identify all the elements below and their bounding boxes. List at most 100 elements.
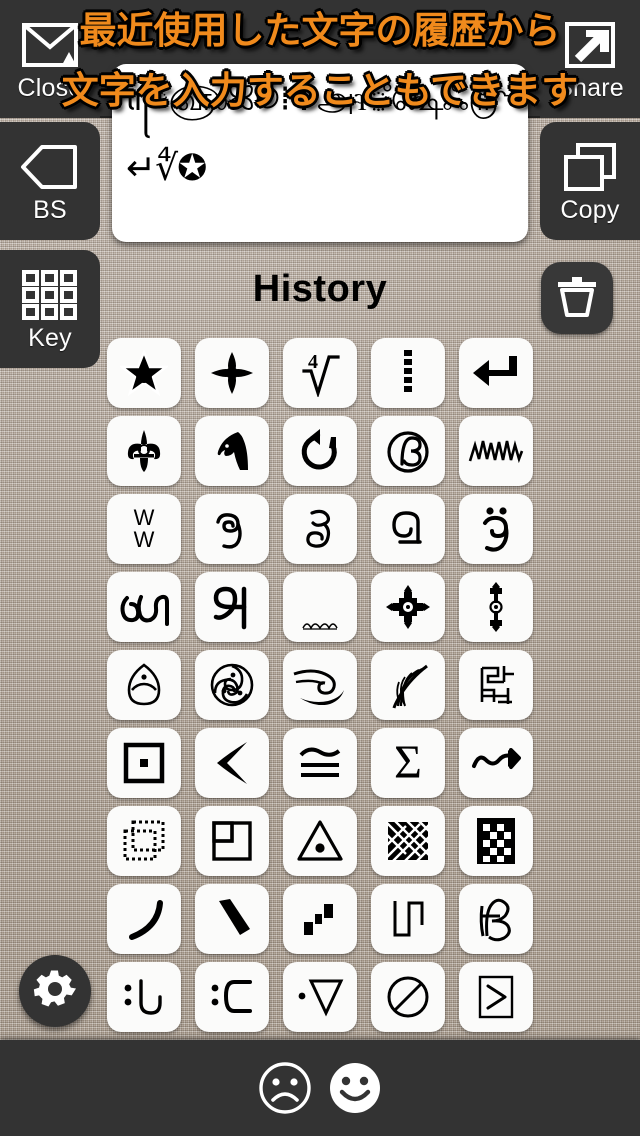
glyph-circle-slash[interactable] [371, 962, 445, 1032]
nested-square-icon [210, 819, 254, 863]
floral-cross-icon [208, 350, 256, 396]
triangle-with-dot-icon [296, 819, 344, 863]
copy-button-label: Copy [560, 195, 620, 224]
circled-b-icon [385, 428, 431, 474]
app-root: ꦺ௵ꕤꖴ⁞✛அꮈஂ௸ஃ௹ᵂ〰ⓑᎧ ↵∜✪ Close Share [0, 0, 640, 1136]
glyph-checkered-block[interactable] [459, 806, 533, 876]
glyph-sigma[interactable]: Σ [371, 728, 445, 798]
angular-maze-icon [474, 662, 518, 708]
ornate-cross-icon [385, 584, 431, 630]
diagonal-stroke-icon [210, 897, 254, 941]
egg-with-dot-icon [123, 662, 165, 708]
glyph-kannada-da[interactable] [371, 494, 445, 564]
backspace-icon [20, 139, 80, 195]
glyph-tamil-a[interactable] [195, 572, 269, 642]
glyph-vertical-ornament[interactable] [459, 572, 533, 642]
glyph-small-ornament[interactable] [283, 572, 357, 642]
zigzag-line-icon [468, 433, 524, 469]
glyph-floral-cross[interactable] [195, 338, 269, 408]
tamil-sha-icon [117, 584, 171, 630]
glyph-curved-less-than[interactable] [195, 728, 269, 798]
glyph-dot-triangle-down[interactable] [283, 962, 357, 1032]
glyph-triskelion[interactable] [195, 650, 269, 720]
glyph-hb-monogram[interactable] [459, 884, 533, 954]
share-button[interactable]: Share [540, 0, 640, 118]
glyph-dotted-vertical[interactable] [371, 338, 445, 408]
glyph-nested-square[interactable] [195, 806, 269, 876]
step-square-wave-icon [389, 897, 427, 941]
hb-monogram-icon [474, 896, 518, 942]
glyph-diagonal-stroke[interactable] [195, 884, 269, 954]
glyph-approx-equal-triple[interactable] [283, 728, 357, 798]
glyph-three-blocks[interactable] [283, 884, 357, 954]
close-button[interactable]: Close [0, 0, 100, 118]
glyph-boxed-greater-than[interactable] [459, 962, 533, 1032]
trash-icon [554, 273, 600, 324]
glyph-step-wave[interactable] [371, 884, 445, 954]
glyph-arc-curve[interactable] [107, 884, 181, 954]
glyph-double-w[interactable]: WW [107, 494, 181, 564]
text-display-area[interactable]: ꦺ௵ꕤꖴ⁞✛அꮈஂ௸ஃ௹ᵂ〰ⓑᎧ ↵∜✪ [112, 64, 528, 242]
triskelion-spiral-icon [209, 662, 255, 708]
glyph-ornate-cross[interactable] [371, 572, 445, 642]
happy-face-icon[interactable] [327, 1060, 383, 1116]
glyph-kannada-tta[interactable] [283, 494, 357, 564]
kannada-ja-icon [210, 506, 254, 552]
glyph-triangle-dot[interactable] [283, 806, 357, 876]
smiley-colon-l-icon [121, 975, 167, 1019]
sad-face-icon[interactable] [257, 1060, 313, 1116]
copy-button[interactable]: Copy [540, 122, 640, 240]
glyph-kannada-uu-diaeresis[interactable] [459, 494, 533, 564]
glyph-chess-knight[interactable] [195, 416, 269, 486]
kannada-da-icon [386, 508, 430, 550]
backspace-button-label: BS [33, 195, 67, 224]
glyph-lattice[interactable] [371, 806, 445, 876]
glyph-return-arrow[interactable] [459, 338, 533, 408]
settings-button[interactable] [19, 955, 91, 1027]
frown-colon-c-icon [208, 975, 256, 1019]
glyph-circled-b[interactable] [371, 416, 445, 486]
backspace-button[interactable]: BS [0, 122, 100, 240]
share-button-label: Share [556, 73, 624, 102]
glyph-tamil-sha[interactable] [107, 572, 181, 642]
glyph-smiley-colon-l[interactable] [107, 962, 181, 1032]
text-display-line-2: ↵∜✪ [126, 148, 207, 189]
bottom-bar [0, 1040, 640, 1136]
glyph-fleur-de-lis[interactable] [107, 416, 181, 486]
wavy-arrow-icon [471, 746, 521, 780]
copy-icon [562, 139, 618, 195]
dotted-vertical-line-icon [401, 349, 415, 397]
checkered-block-icon [474, 816, 518, 866]
glyph-wind-swirl[interactable] [283, 650, 357, 720]
arc-curve-icon [122, 897, 166, 941]
glyph-feather-plume[interactable] [371, 650, 445, 720]
key-button-label: Key [28, 323, 72, 352]
glyph-angular-maze[interactable] [459, 650, 533, 720]
approximately-equal-icon [296, 743, 344, 783]
sigma-icon: Σ [394, 736, 422, 789]
glyph-zigzag[interactable] [459, 416, 533, 486]
vertical-ornament-icon [484, 581, 508, 633]
share-arrow-icon [564, 17, 616, 73]
history-grid: 4 W W Σ [107, 338, 533, 1032]
fourth-root-icon: 4 [298, 349, 342, 397]
curved-less-than-icon [211, 739, 253, 787]
glyph-kannada-ja[interactable] [195, 494, 269, 564]
double-w-icon: WW [133, 505, 155, 552]
close-button-label: Close [17, 73, 83, 102]
glyph-dotted-squares[interactable] [107, 806, 181, 876]
glyph-frown-colon-c[interactable] [195, 962, 269, 1032]
glyph-wavy-arrow[interactable] [459, 728, 533, 798]
glyph-square-dot[interactable] [107, 728, 181, 798]
three-blocks-icon [300, 899, 340, 939]
star-with-circle-icon [120, 350, 168, 396]
dotted-overlapping-squares-icon [121, 819, 167, 863]
glyph-egg-eye[interactable] [107, 650, 181, 720]
glyph-star-circle[interactable] [107, 338, 181, 408]
kannada-uu-diaeresis-icon [476, 504, 516, 554]
anticlockwise-circle-arrow-icon [298, 428, 342, 474]
feather-plume-icon [385, 660, 431, 710]
clear-history-button[interactable] [541, 262, 613, 334]
glyph-anticlockwise-arrow[interactable] [283, 416, 357, 486]
glyph-fourth-root[interactable]: 4 [283, 338, 357, 408]
